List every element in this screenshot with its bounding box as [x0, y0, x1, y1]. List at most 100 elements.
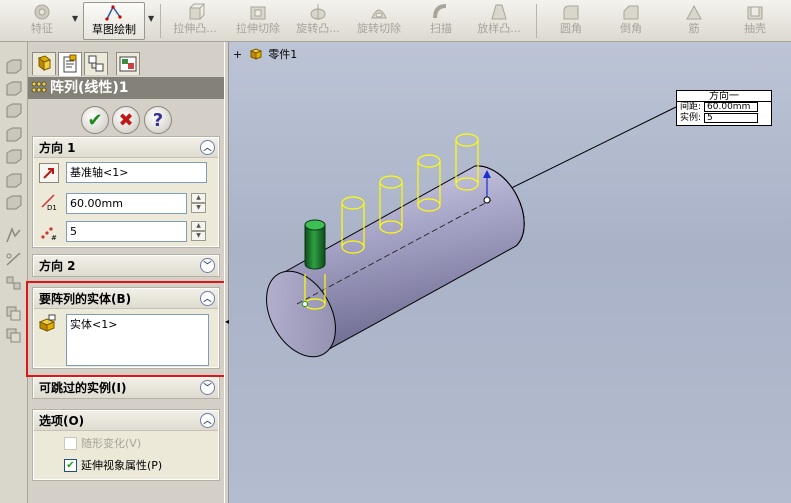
cylinder-body[interactable] — [252, 165, 525, 369]
direction2-group: 方向 2 ﹀ — [32, 254, 220, 277]
direction2-header[interactable]: 方向 2 ﹀ — [34, 256, 218, 276]
direction1-header-text: 方向 1 — [39, 141, 76, 155]
cube-iso-icon[interactable] — [4, 194, 24, 212]
spin-up-icon[interactable]: ▲ — [191, 221, 206, 231]
cube-left-icon[interactable] — [4, 102, 24, 120]
seed-feature[interactable] — [304, 219, 326, 270]
spin-down-icon[interactable]: ▼ — [191, 203, 206, 213]
options-group: 选项(O) ︿ 随形变化(V) ✔ 延伸视象属性(P) — [32, 409, 220, 481]
direction-reference-field[interactable]: 基准轴<1> — [66, 162, 207, 183]
toolbar-loft-button[interactable]: 放样凸... — [471, 2, 527, 40]
toolbar-feature-button[interactable]: 特征 — [22, 2, 62, 40]
feature-icon — [34, 4, 50, 20]
relations-icon[interactable] — [4, 274, 24, 292]
toolbar-chamfer-button[interactable]: 倒角 — [614, 2, 648, 40]
help-button[interactable]: ? — [144, 106, 172, 134]
checkmark-icon: ✔ — [87, 109, 103, 131]
line-icon[interactable] — [4, 250, 24, 268]
toolbar-extrude-cut-button[interactable]: 拉伸切除 — [231, 2, 285, 40]
toolbar-label: 抽壳 — [744, 22, 766, 35]
reverse-direction-icon[interactable] — [39, 163, 59, 183]
loft-icon — [491, 4, 507, 20]
bodies-highlight-frame — [26, 281, 231, 377]
chamfer-icon — [623, 5, 639, 20]
toolbar-fillet-button[interactable]: 圆角 — [554, 2, 588, 40]
spin-down-icon[interactable]: ▼ — [191, 231, 206, 241]
propagate-checkbox[interactable]: ✔ — [64, 458, 77, 472]
toolbar-label: 圆角 — [560, 22, 582, 35]
mirror-icon[interactable] — [4, 326, 24, 344]
instances-input[interactable]: 5 — [66, 221, 187, 242]
cube-bottom-icon[interactable] — [4, 172, 24, 190]
feature-tree-root[interactable]: + 零件1 — [233, 46, 297, 62]
help-icon: ? — [152, 109, 164, 131]
fillet-icon — [563, 5, 579, 20]
revolve-boss-icon — [310, 4, 326, 20]
chevron-down-icon[interactable]: ﹀ — [200, 258, 215, 273]
vary-sketch-option[interactable]: 随形变化(V) — [64, 435, 141, 451]
spacing-spinner[interactable]: ▲ ▼ — [191, 193, 206, 214]
toolbar-label: 筋 — [688, 22, 700, 35]
toolbar-shell-button[interactable]: 抽壳 — [738, 2, 772, 40]
view-toolbar — [0, 42, 28, 503]
toolbar-sketch-button[interactable]: 草图绘制 — [83, 2, 145, 40]
property-manager: 阵列(线性)1 ✔ ✖ ? 方向 1 ︿ 基准轴<1> D1 60.00mm ▲… — [28, 42, 224, 503]
sweep-icon — [433, 4, 447, 19]
toolbar-rib-button[interactable]: 筋 — [680, 2, 708, 40]
spin-up-icon[interactable]: ▲ — [191, 193, 206, 203]
direction1-group: 方向 1 ︿ 基准轴<1> D1 60.00mm ▲ ▼ # 5 ▲ ▼ — [32, 136, 220, 248]
pattern-icon[interactable] — [4, 304, 24, 322]
toolbar-label: 旋转切除 — [357, 22, 401, 35]
ok-button[interactable]: ✔ — [81, 106, 109, 134]
callout-spacing-value[interactable]: 60.00mm — [704, 102, 759, 112]
chevron-down-icon[interactable]: ▼ — [72, 14, 78, 23]
cube-right-icon[interactable] — [4, 126, 24, 144]
cube-top-icon[interactable] — [4, 148, 24, 166]
toolbar-label: 放样凸... — [477, 22, 521, 35]
part-icon — [249, 48, 263, 60]
instances-spinner[interactable]: ▲ ▼ — [191, 221, 206, 242]
toolbar-label: 特征 — [31, 22, 53, 35]
chevron-down-icon[interactable]: ﹀ — [200, 380, 215, 395]
skip-instances-header[interactable]: 可跳过的实例(I) ﹀ — [34, 378, 218, 398]
cube-front-icon[interactable] — [4, 58, 24, 76]
options-header[interactable]: 选项(O) ︿ — [34, 411, 218, 431]
spacing-icon: D1 — [41, 194, 57, 212]
chevron-down-icon[interactable]: ▼ — [148, 14, 154, 23]
graphics-viewport[interactable]: + 零件1 方向一 间距: 60.00mm 实例: 5 — [229, 42, 791, 503]
part-name: 零件1 — [268, 48, 298, 61]
chevron-up-icon[interactable]: ︿ — [200, 413, 215, 428]
skip-instances-header-text: 可跳过的实例(I) — [39, 381, 127, 395]
vary-sketch-checkbox[interactable] — [64, 436, 77, 450]
chevron-up-icon[interactable]: ︿ — [200, 140, 215, 155]
toolbar-sweep-button[interactable]: 扫描 — [423, 2, 459, 40]
toolbar-label: 草图绘制 — [92, 23, 136, 36]
direction2-header-text: 方向 2 — [39, 259, 76, 273]
tab-configuration-manager[interactable] — [84, 52, 108, 75]
spacing-input[interactable]: 60.00mm — [66, 193, 187, 214]
cancel-button[interactable]: ✖ — [112, 106, 140, 134]
smart-dimension-icon[interactable] — [4, 226, 24, 244]
vary-sketch-label: 随形变化(V) — [81, 437, 142, 450]
tab-property-manager[interactable] — [58, 52, 82, 76]
callout-instances-row: 实例: 5 — [677, 113, 771, 124]
origin-marker — [302, 301, 308, 307]
propagate-option[interactable]: ✔ 延伸视象属性(P) — [64, 457, 162, 473]
toolbar-revolve-boss-button[interactable]: 旋转凸... — [290, 2, 346, 40]
extrude-cut-icon — [250, 6, 266, 20]
cube-back-icon[interactable] — [4, 80, 24, 98]
toolbar-extrude-boss-button[interactable]: 拉伸凸... — [167, 2, 223, 40]
extrude-boss-icon — [189, 3, 206, 20]
direction1-header[interactable]: 方向 1 ︿ — [34, 138, 218, 158]
expand-icon[interactable]: + — [233, 48, 242, 61]
toolbar-label: 拉伸凸... — [173, 22, 217, 35]
callout-instances-value[interactable]: 5 — [704, 113, 759, 123]
property-sheet-icon — [63, 54, 77, 73]
configuration-icon — [88, 55, 104, 72]
tab-feature-manager[interactable] — [32, 52, 56, 75]
revolve-cut-icon — [371, 9, 387, 19]
tab-display-manager[interactable] — [116, 52, 140, 75]
pattern-callout[interactable]: 方向一 间距: 60.00mm 实例: 5 — [676, 90, 772, 126]
toolbar-revolve-cut-button[interactable]: 旋转切除 — [352, 2, 406, 40]
feature-tree-icon — [37, 55, 52, 72]
